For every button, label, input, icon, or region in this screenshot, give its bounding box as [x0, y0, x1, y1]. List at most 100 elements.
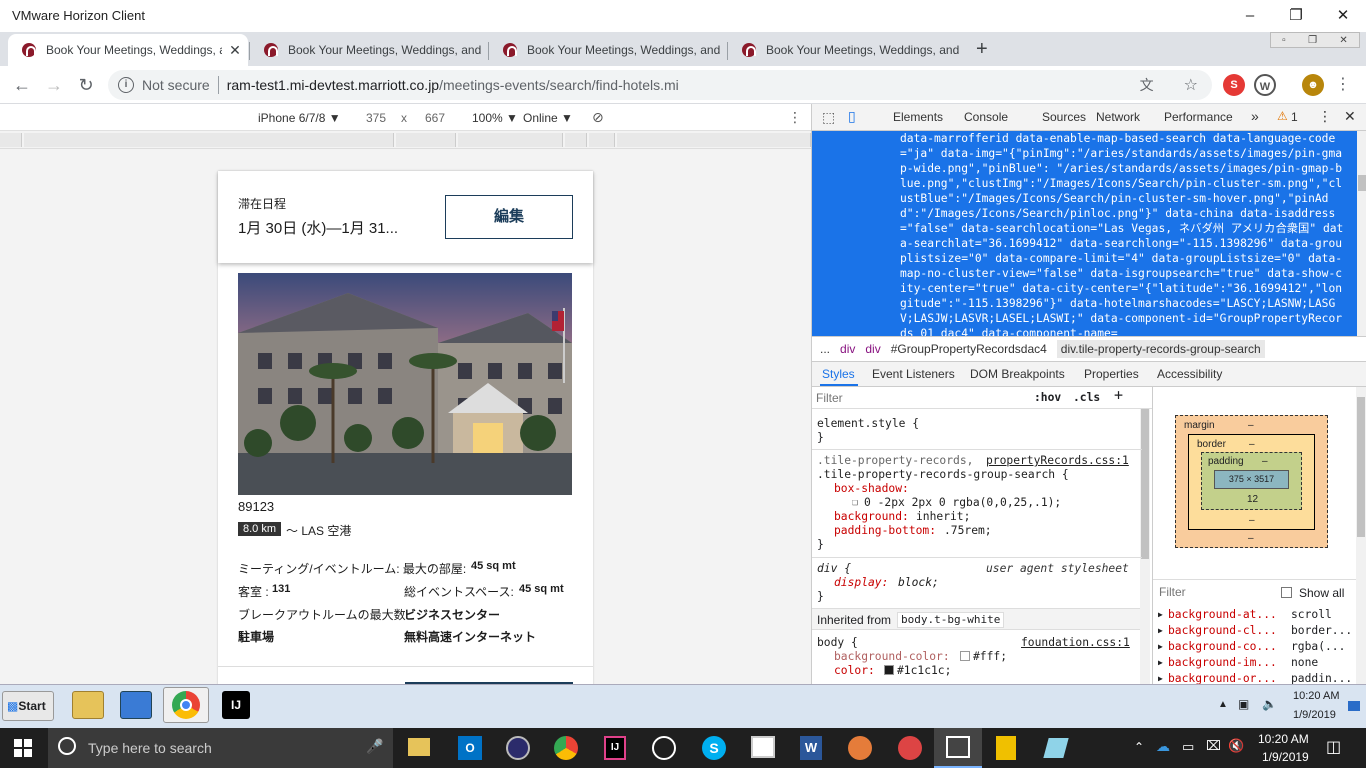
subtab-styles[interactable]: Styles [822, 367, 855, 381]
property-name[interactable]: background: [834, 510, 909, 524]
photos-icon[interactable] [751, 736, 775, 758]
ruler-segment[interactable] [617, 133, 811, 147]
lock-app-icon[interactable] [996, 736, 1016, 760]
rule-selector[interactable]: .tile-property-records-group-search { [817, 468, 1069, 482]
chrome-taskbar-button[interactable] [163, 687, 209, 723]
breadcrumb-item[interactable]: div [865, 342, 880, 356]
rule-source-link[interactable]: foundation.css:1 [1021, 636, 1130, 650]
cortana-icon[interactable] [652, 736, 676, 760]
box-model-margin[interactable]: margin – – border – – padding – 375 × 35… [1175, 415, 1328, 548]
word-icon[interactable]: W [800, 736, 822, 760]
battery-icon[interactable]: ▭ [1182, 739, 1194, 755]
network-tray-icon[interactable]: ▣ [1238, 697, 1249, 711]
tray-chevron-icon[interactable]: ⌃ [1134, 740, 1144, 754]
wifi-icon[interactable]: ⌧ [1206, 738, 1221, 754]
scrollbar-thumb[interactable] [1358, 175, 1366, 191]
property-value[interactable]: .75rem; [944, 524, 992, 538]
edit-button[interactable]: 編集 [445, 195, 573, 239]
remote-clock-date[interactable]: 1/9/2019 [1293, 709, 1336, 721]
hotel-image[interactable] [238, 273, 572, 495]
computed-row[interactable]: ▶ background-at... scroll [1153, 607, 1356, 623]
box-model-content[interactable]: 375 × 3517 [1214, 470, 1289, 489]
volume-tray-icon[interactable]: 🔈 [1262, 697, 1277, 711]
breadcrumb-item-selected[interactable]: div.tile-property-records-group-search [1056, 340, 1265, 358]
tab-console[interactable]: Console [964, 110, 1008, 124]
tab-sources[interactable]: Sources [1042, 110, 1086, 124]
tab-4[interactable]: Book Your Meetings, Weddings, and [728, 34, 966, 66]
minimize-button[interactable]: – [1227, 0, 1273, 32]
extension-w-icon[interactable]: W [1254, 74, 1276, 96]
close-window-button[interactable]: ✕ [1320, 0, 1366, 32]
property-value[interactable]: inherit; [916, 510, 970, 524]
intellij-icon[interactable]: IJ [604, 736, 626, 760]
devtools-close-icon[interactable]: ✕ [1344, 108, 1356, 125]
styles-scrollbar[interactable] [1140, 409, 1150, 684]
remote-close-icon[interactable]: ✕ [1339, 35, 1347, 46]
box-model-border[interactable]: border – – padding – 375 × 3517 12 [1188, 434, 1315, 530]
show-all-checkbox[interactable] [1281, 587, 1292, 598]
breadcrumb-item[interactable]: div [840, 342, 855, 356]
property-name[interactable]: padding-bottom: [834, 524, 936, 538]
chrome-icon[interactable] [554, 736, 578, 760]
shadow-editor-icon[interactable]: ❏ [852, 496, 858, 510]
computed-filter-input[interactable] [1159, 584, 1259, 600]
ruler-segment[interactable] [24, 133, 394, 147]
warning-icon[interactable]: ⚠ [1277, 109, 1288, 123]
volume-icon[interactable]: 🔇 [1228, 738, 1244, 754]
tab-performance[interactable]: Performance [1164, 110, 1233, 124]
subtab-properties[interactable]: Properties [1084, 367, 1139, 381]
rule-source-link[interactable]: propertyRecords.css:1 [986, 454, 1129, 468]
property-value[interactable]: #1c1c1c; [897, 664, 951, 678]
rule-selector[interactable]: body { [817, 636, 858, 650]
network-select[interactable]: Online ▼ [523, 111, 573, 125]
computed-scrollbar[interactable] [1356, 387, 1366, 684]
new-rule-icon[interactable]: + [1114, 388, 1123, 403]
profile-avatar[interactable]: ☻ [1302, 74, 1324, 96]
device-select[interactable]: iPhone 6/7/8 ▼ [258, 111, 341, 125]
tab-elements[interactable]: Elements [893, 110, 943, 124]
devtools-menu-icon[interactable]: ⋮ [1318, 108, 1332, 125]
tab-network[interactable]: Network [1096, 110, 1140, 124]
hov-toggle[interactable]: :hov [1034, 391, 1061, 405]
zoom-select[interactable]: 100% ▼ [472, 111, 518, 125]
remote-window-controls[interactable]: ▫ ❐ ✕ [1270, 32, 1360, 48]
microphone-icon[interactable]: 🎤 [366, 738, 383, 755]
ruler-segment[interactable] [565, 133, 587, 147]
scrollbar-thumb[interactable] [1357, 397, 1365, 537]
rule-selector[interactable]: .tile-property-records, [817, 454, 973, 468]
ruler-segment[interactable] [396, 133, 456, 147]
tab-3[interactable]: Book Your Meetings, Weddings, and [489, 34, 727, 66]
windows-start-icon[interactable] [14, 739, 32, 757]
device-toggle-icon[interactable]: ▯ [848, 108, 856, 125]
show-desktop-button[interactable] [1348, 701, 1360, 711]
breadcrumb-ellipsis[interactable]: ... [820, 342, 830, 356]
rule-selector[interactable]: element.style { [817, 417, 919, 431]
tray-expand-icon[interactable]: ▲ [1218, 699, 1228, 710]
ruler-segment[interactable] [589, 133, 615, 147]
remote-restore-icon[interactable]: ❐ [1308, 35, 1317, 46]
tab-2[interactable]: Book Your Meetings, Weddings, and [250, 34, 488, 66]
back-button[interactable]: ← [10, 74, 34, 96]
intellij-icon[interactable]: IJ [222, 691, 250, 719]
property-value[interactable]: #fff; [973, 650, 1007, 664]
height-input[interactable]: 667 [425, 111, 445, 125]
computed-row[interactable]: ▶ background-or... paddin... [1153, 671, 1356, 684]
property-name[interactable]: background-color: [834, 650, 950, 664]
taskbar-search-box[interactable]: Type here to search 🎤 [48, 728, 393, 768]
color-swatch[interactable] [960, 651, 970, 661]
bookmark-star-icon[interactable]: ☆ [1184, 75, 1198, 95]
styles-filter-input[interactable] [816, 390, 1026, 406]
subtab-event-listeners[interactable]: Event Listeners [872, 367, 955, 381]
forward-button[interactable]: → [42, 74, 66, 96]
info-icon[interactable]: i [118, 77, 134, 93]
clock-date[interactable]: 1/9/2019 [1262, 750, 1309, 764]
media-player-icon[interactable] [120, 691, 152, 719]
horizon-client-taskbar-button[interactable] [934, 728, 982, 768]
address-bar[interactable]: i Not secure ram-test1.mi-devtest.marrio… [108, 70, 1212, 100]
tool-icon[interactable] [848, 736, 872, 760]
more-tabs-icon[interactable]: » [1251, 108, 1259, 124]
computed-row[interactable]: ▶ background-cl... border... [1153, 623, 1356, 639]
property-name[interactable]: box-shadow: [834, 482, 909, 496]
width-input[interactable]: 375 [366, 111, 386, 125]
notes-app-icon[interactable] [1043, 738, 1069, 758]
